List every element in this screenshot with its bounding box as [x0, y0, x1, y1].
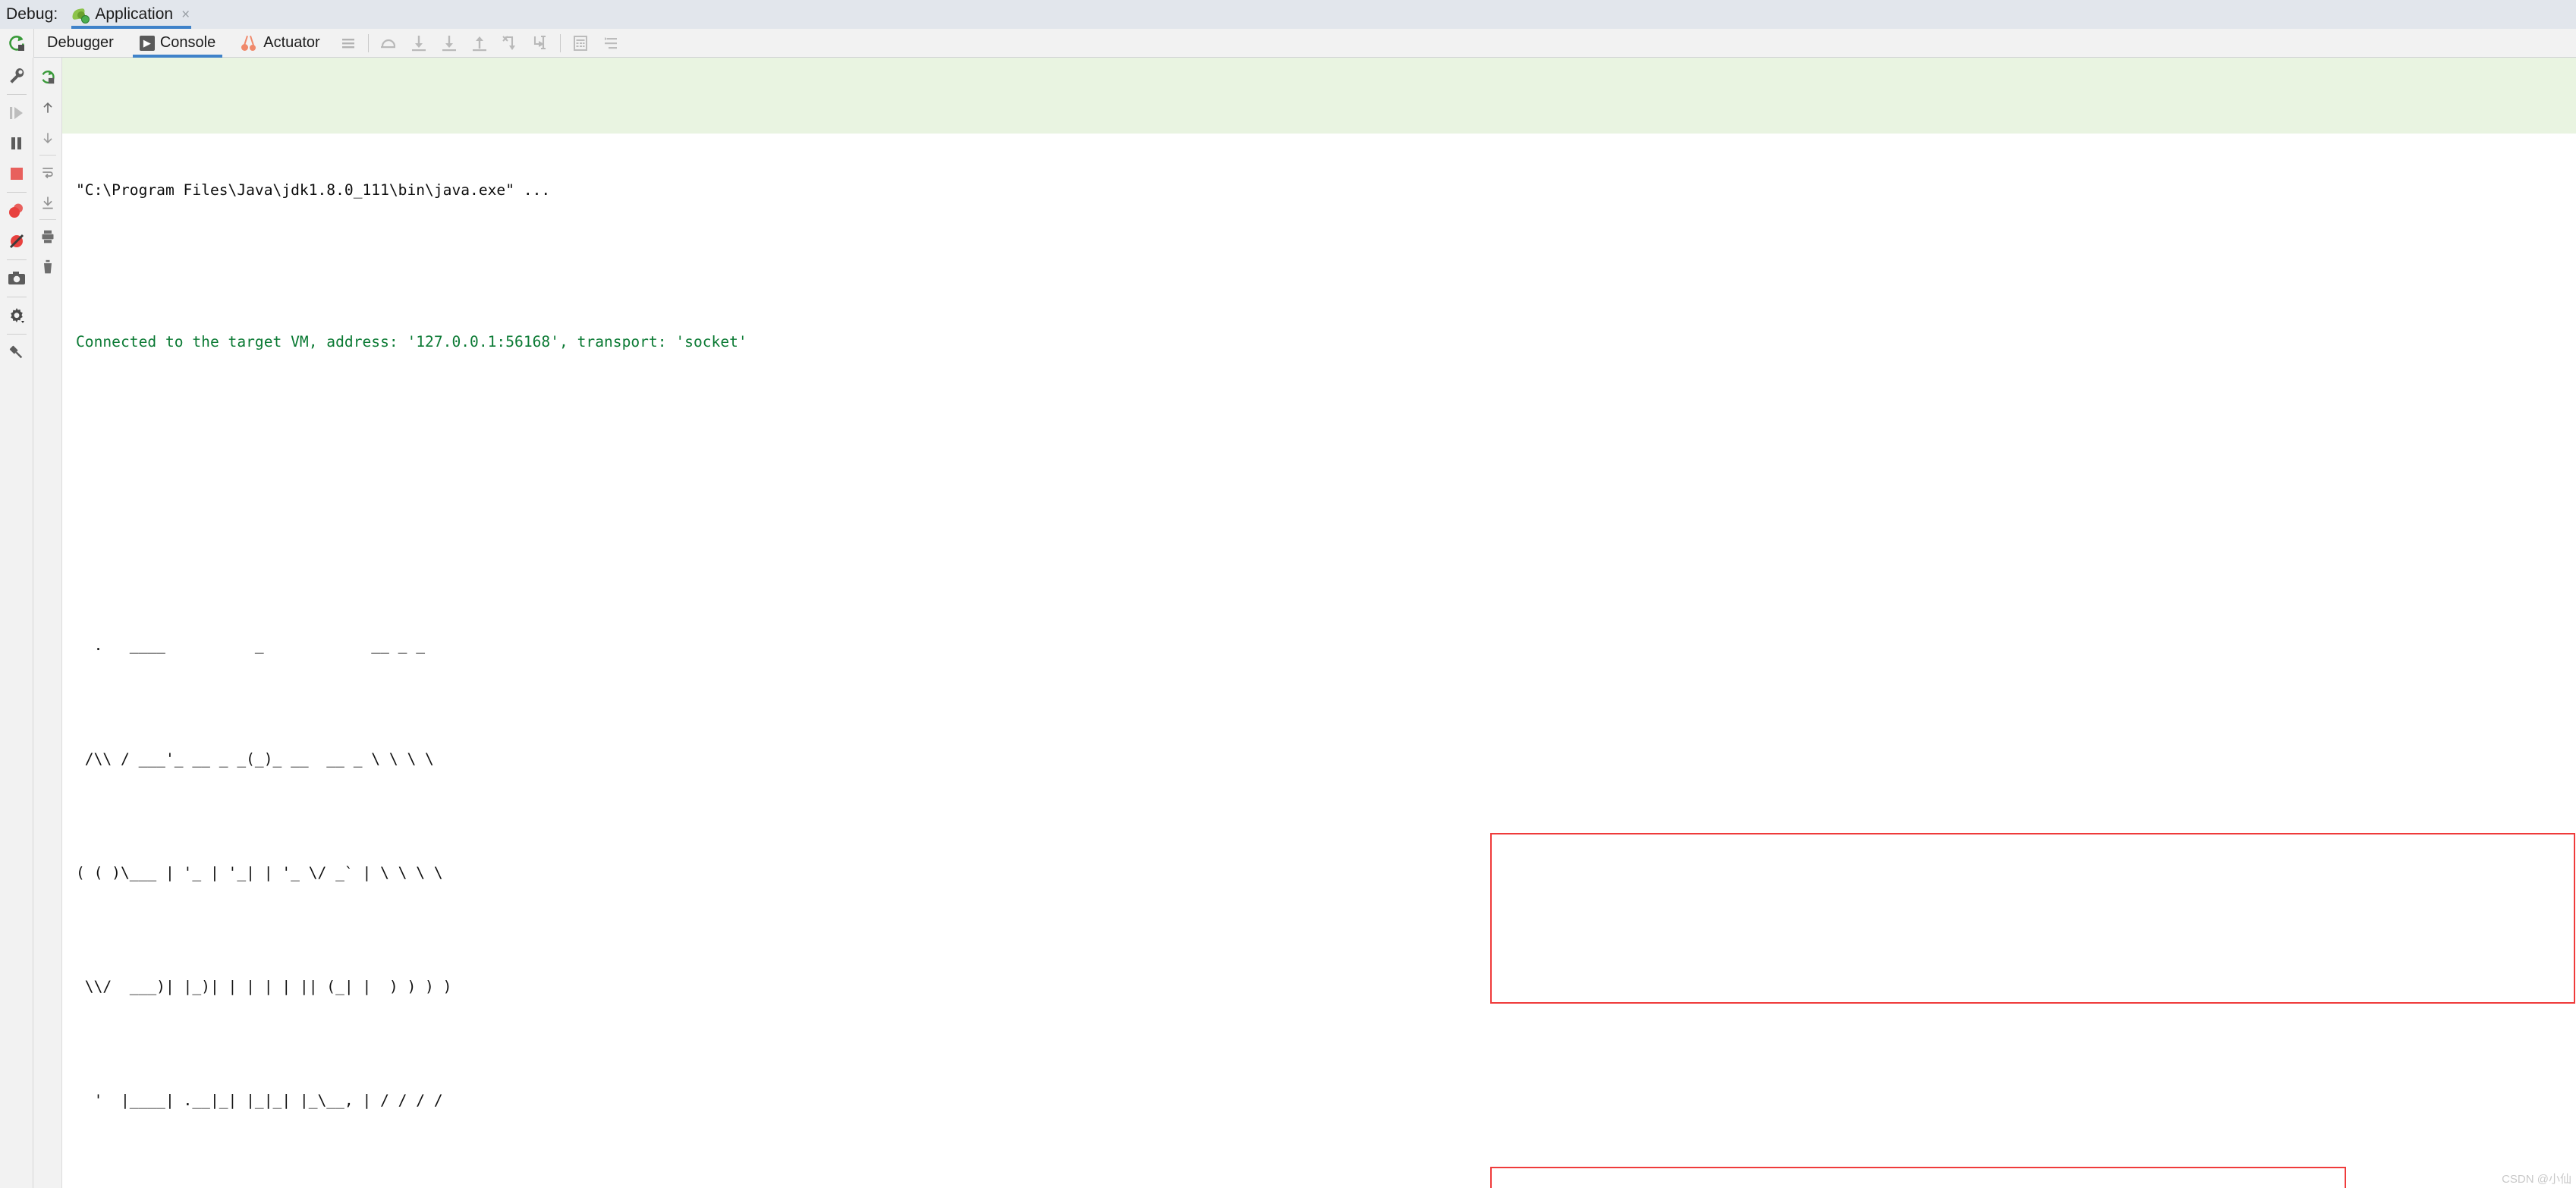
rail-divider-3 [6, 259, 27, 260]
tab-debugger-label: Debugger [47, 34, 114, 51]
watermark: CSDN @小仙 [2502, 1173, 2571, 1186]
pin-tab-icon[interactable] [2, 338, 32, 368]
run-configuration-tab-application[interactable]: Application × [68, 0, 196, 29]
tab-console[interactable]: ▶ Console [127, 29, 228, 58]
debug-tool-window-header: Debug: Application × [0, 0, 2576, 29]
debug-toolbar: Debugger ▶ Console Actuator [0, 28, 2576, 58]
rail-divider-5 [6, 334, 27, 335]
layout-lines-icon[interactable] [333, 29, 363, 58]
tab-debugger[interactable]: Debugger [34, 29, 127, 58]
console-blank-1 [76, 475, 2576, 513]
settings-gear-icon[interactable] [2, 300, 32, 331]
console-text: "C:\Program Files\Java\jdk1.8.0_111\bin\… [62, 58, 2576, 1188]
spring-banner-line-3: ( ( )\___ | '_ | '_| | '_ \/ _` | \ \ \ … [76, 854, 2576, 892]
banner-text: . ____ _ __ _ _ [76, 636, 426, 654]
java-command-text: "C:\Program Files\Java\jdk1.8.0_111\bin\… [76, 181, 551, 199]
soft-wrap-icon[interactable] [35, 157, 61, 187]
print-icon[interactable] [35, 222, 61, 252]
gutter-divider [39, 155, 56, 156]
debug-tabs: Debugger ▶ Console Actuator [34, 29, 333, 58]
close-icon[interactable]: × [181, 8, 190, 22]
trace-current-stream-icon[interactable] [596, 29, 626, 58]
rerun-icon [9, 35, 24, 51]
console-icon: ▶ [139, 35, 155, 51]
debug-main-area: "C:\Program Files\Java\jdk1.8.0_111\bin\… [0, 58, 2576, 1188]
spring-banner-line-5: ' |____| .__|_| |_|_| |_\__, | / / / / [76, 1082, 2576, 1120]
settings-wrench-icon[interactable] [2, 61, 32, 91]
scroll-down-icon[interactable] [35, 123, 61, 153]
spring-leaf-icon [71, 5, 90, 24]
force-step-into-icon[interactable] [434, 29, 464, 58]
console-line-connected: Connected to the target VM, address: '12… [76, 323, 2576, 361]
spring-banner-line-1: . ____ _ __ _ _ [76, 627, 2576, 665]
gutter-divider-2 [39, 219, 56, 220]
rerun-button[interactable] [0, 28, 34, 58]
spring-banner-line-4: \\/ ___)| |_)| | | | | || (_| | ) ) ) ) [76, 968, 2576, 1006]
rerun-green-icon[interactable] [35, 62, 61, 93]
banner-text: \\/ ___)| |_)| | | | | || (_| | ) ) ) ) [76, 978, 452, 995]
scroll-up-icon[interactable] [35, 93, 61, 123]
banner-text: ( ( )\___ | '_ | '_| | '_ \/ _` | \ \ \ … [76, 864, 443, 882]
banner-text: ' |____| .__|_| |_|_| |_\__, | / / / / [76, 1092, 443, 1109]
view-breakpoints-icon[interactable] [2, 196, 32, 226]
console-gutter-toolbar [33, 58, 62, 1188]
resume-program-icon[interactable] [2, 98, 32, 128]
evaluate-expression-icon[interactable] [565, 29, 596, 58]
vm-connected-text: Connected to the target VM, address: '12… [76, 333, 747, 350]
scroll-to-end-icon[interactable] [35, 187, 61, 218]
tab-actuator[interactable]: Actuator [228, 29, 332, 58]
console-output-panel[interactable]: "C:\Program Files\Java\jdk1.8.0_111\bin\… [62, 58, 2576, 1188]
tab-actuator-label: Actuator [263, 34, 320, 51]
banner-text: /\\ / ___'_ __ _ _(_)_ __ __ _ \ \ \ \ [76, 750, 434, 768]
get-thread-dump-icon[interactable] [2, 263, 32, 294]
step-out-icon[interactable] [464, 29, 495, 58]
console-line-command: "C:\Program Files\Java\jdk1.8.0_111\bin\… [76, 171, 2576, 209]
clear-all-icon[interactable] [35, 252, 61, 282]
tab-console-label: Console [159, 34, 216, 51]
step-over-icon[interactable] [373, 29, 404, 58]
pause-program-icon[interactable] [2, 128, 32, 159]
actuator-icon [241, 35, 258, 51]
step-into-icon[interactable] [404, 29, 434, 58]
run-configuration-tab-label: Application [95, 5, 174, 23]
rail-divider-2 [6, 192, 27, 193]
debug-label: Debug: [6, 5, 58, 23]
toolbar-separator [367, 33, 369, 52]
debug-actions-rail [0, 58, 33, 1188]
run-to-cursor-icon[interactable] [525, 29, 555, 58]
drop-frame-icon[interactable] [495, 29, 525, 58]
mute-breakpoints-icon[interactable] [2, 226, 32, 256]
rail-divider [6, 94, 27, 95]
stop-icon[interactable] [2, 159, 32, 189]
toolbar-separator-2 [559, 33, 561, 52]
spring-banner-line-2: /\\ / ___'_ __ _ _(_)_ __ __ _ \ \ \ \ [76, 740, 2576, 778]
